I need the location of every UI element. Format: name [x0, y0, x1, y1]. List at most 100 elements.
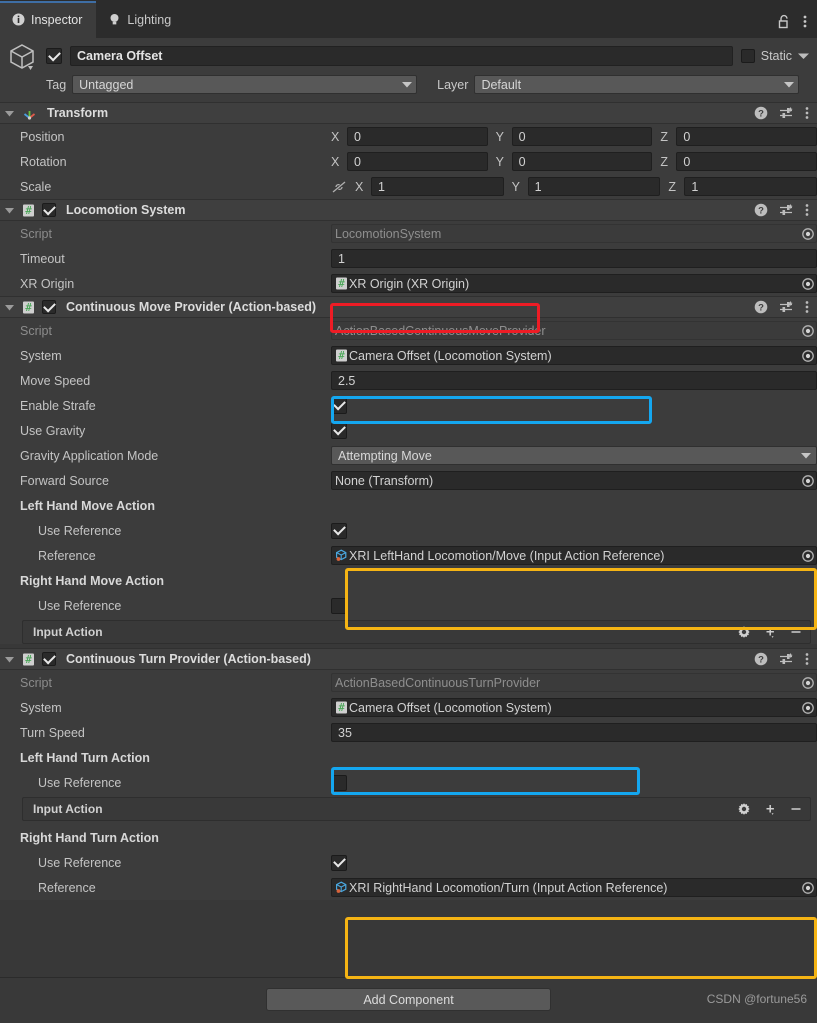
number-input-x[interactable]: 0	[347, 152, 488, 171]
lock-open-icon[interactable]	[778, 14, 791, 29]
object-field-value: ActionBasedContinuousTurnProvider	[335, 675, 541, 690]
kebab-menu-icon[interactable]	[803, 14, 807, 29]
foldout-open-icon[interactable]	[4, 302, 15, 313]
preset-icon[interactable]	[779, 652, 794, 666]
number-input-z[interactable]: 1	[684, 177, 817, 196]
object-field[interactable]: ActionBasedContinuousTurnProvider	[331, 673, 817, 692]
object-picker-icon[interactable]	[799, 549, 816, 563]
toggle-checkbox[interactable]	[331, 854, 347, 871]
property-control	[331, 745, 817, 770]
component-enabled-checkbox-continuous-turn-provider[interactable]	[42, 652, 56, 666]
property-row: System # Camera Offset (Locomotion System)	[0, 695, 817, 720]
tab-inspector-label: Inspector	[31, 12, 83, 27]
object-field[interactable]: XRI LeftHand Locomotion/Move (Input Acti…	[331, 546, 817, 565]
number-input-y[interactable]: 0	[511, 127, 653, 146]
constrain-proportions-off-icon[interactable]	[331, 180, 347, 194]
tab-lighting[interactable]: Lighting	[96, 1, 185, 38]
object-field[interactable]: # Camera Offset (Locomotion System)	[331, 698, 817, 717]
toggle-checkbox[interactable]	[331, 522, 347, 539]
foldout-open-icon[interactable]	[4, 108, 15, 119]
kebab-menu-icon[interactable]	[805, 300, 809, 314]
plus-icon[interactable]	[764, 803, 777, 816]
property-control: ActionBasedContinuousMoveProvider	[331, 318, 817, 343]
object-field[interactable]: None (Transform)	[331, 471, 817, 490]
svg-text:?: ?	[758, 655, 764, 666]
number-input-y[interactable]: 0	[511, 152, 653, 171]
foldout-open-icon[interactable]	[4, 654, 15, 665]
object-picker-icon[interactable]	[799, 324, 816, 338]
minus-icon[interactable]	[790, 626, 802, 638]
number-input-z[interactable]: 0	[676, 152, 817, 171]
preset-icon[interactable]	[779, 203, 794, 217]
kebab-menu-icon[interactable]	[805, 203, 809, 217]
script-icon: #	[22, 653, 35, 666]
tag-dropdown[interactable]: Untagged	[72, 75, 418, 94]
component-title-continuous-move-provider: Continuous Move Provider (Action-based)	[66, 300, 317, 314]
preset-icon[interactable]	[779, 300, 794, 314]
axis-label-z: Z	[668, 179, 676, 194]
component-header-continuous-move-provider[interactable]: # Continuous Move Provider (Action-based)…	[0, 296, 817, 318]
number-input-x[interactable]: 1	[371, 177, 504, 196]
component-enabled-checkbox-locomotion-system[interactable]	[42, 203, 56, 217]
component-header-transform[interactable]: Transform?	[0, 102, 817, 124]
toggle-checkbox[interactable]	[331, 422, 347, 439]
input-action-panel[interactable]: Input Action	[22, 620, 811, 644]
svg-text:#: #	[25, 653, 32, 666]
property-row: Left Hand Move Action	[0, 493, 817, 518]
property-row: XR Origin # XR Origin (XR Origin)	[0, 271, 817, 296]
add-component-button[interactable]: Add Component	[266, 988, 551, 1011]
game-object-header: Camera Offset Static Tag Untagged Layer …	[0, 38, 817, 102]
layer-dropdown[interactable]: Default	[474, 75, 800, 94]
static-flags-chevron-down-icon[interactable]	[798, 52, 809, 60]
tab-lighting-label: Lighting	[127, 12, 172, 27]
kebab-menu-icon[interactable]	[805, 106, 809, 120]
number-input[interactable]: 35	[331, 723, 817, 742]
game-object-name-input[interactable]: Camera Offset	[70, 46, 733, 66]
chevron-down-icon	[402, 81, 413, 88]
number-input[interactable]: 2.5	[331, 371, 817, 390]
component-header-continuous-turn-provider[interactable]: # Continuous Turn Provider (Action-based)…	[0, 648, 817, 670]
input-action-panel[interactable]: Input Action	[22, 797, 811, 821]
object-picker-icon[interactable]	[799, 676, 816, 690]
toggle-checkbox[interactable]	[331, 597, 347, 614]
number-input-y[interactable]: 1	[527, 177, 661, 196]
help-icon[interactable]: ?	[754, 652, 768, 666]
object-picker-icon[interactable]	[799, 277, 816, 291]
property-label: Gravity Application Mode	[20, 448, 159, 463]
object-picker-icon[interactable]	[799, 881, 816, 895]
kebab-menu-icon[interactable]	[805, 652, 809, 666]
component-header-locomotion-system[interactable]: # Locomotion System?	[0, 199, 817, 221]
number-input[interactable]: 1	[331, 249, 817, 268]
axis-label-x: X	[331, 154, 340, 169]
object-picker-icon[interactable]	[799, 227, 816, 241]
static-checkbox[interactable]	[740, 49, 755, 63]
object-picker-icon[interactable]	[799, 349, 816, 363]
number-input-z[interactable]: 0	[676, 127, 817, 146]
toggle-checkbox[interactable]	[331, 397, 347, 414]
gear-icon[interactable]	[737, 625, 751, 639]
component-enabled-checkbox-continuous-move-provider[interactable]	[42, 300, 56, 314]
tab-inspector[interactable]: Inspector	[0, 1, 97, 38]
game-object-enabled-checkbox[interactable]	[46, 48, 62, 64]
gear-icon[interactable]	[737, 802, 751, 816]
object-field[interactable]: # Camera Offset (Locomotion System)	[331, 346, 817, 365]
help-icon[interactable]: ?	[754, 203, 768, 217]
object-field[interactable]: XRI RightHand Locomotion/Turn (Input Act…	[331, 878, 817, 897]
plus-icon[interactable]	[764, 626, 777, 639]
popup-field[interactable]: Attempting Move	[331, 446, 817, 465]
toggle-checkbox[interactable]	[331, 774, 347, 791]
property-label: Enable Strafe	[20, 398, 96, 413]
number-input-x[interactable]: 0	[347, 127, 488, 146]
foldout-open-icon[interactable]	[4, 205, 15, 216]
preset-icon[interactable]	[779, 106, 794, 120]
help-icon[interactable]: ?	[754, 106, 768, 120]
object-picker-icon[interactable]	[799, 701, 816, 715]
object-field[interactable]: # XR Origin (XR Origin)	[331, 274, 817, 293]
object-field[interactable]: LocomotionSystem	[331, 224, 817, 243]
object-picker-icon[interactable]	[799, 474, 816, 488]
object-field[interactable]: ActionBasedContinuousMoveProvider	[331, 321, 817, 340]
property-label: Use Reference	[38, 598, 122, 613]
property-label: XR Origin	[20, 276, 75, 291]
help-icon[interactable]: ?	[754, 300, 768, 314]
minus-icon[interactable]	[790, 803, 802, 815]
